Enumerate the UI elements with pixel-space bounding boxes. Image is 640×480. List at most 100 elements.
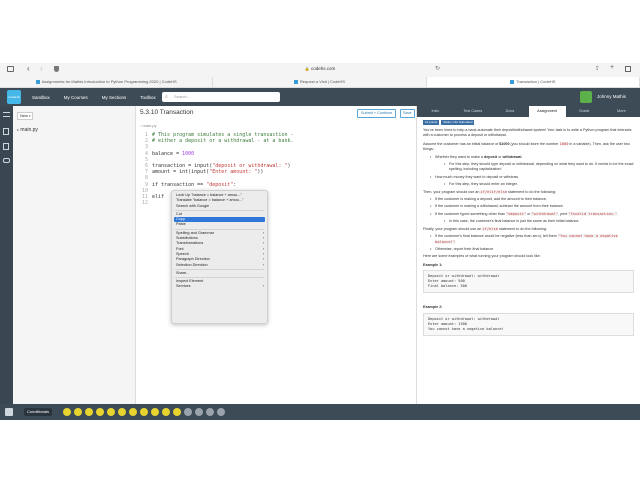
activity-dot[interactable] [206, 408, 214, 416]
browser-tab-label: Assignments for Mathis Introduction to P… [41, 79, 177, 84]
nav-sandbox[interactable]: Sandbox [32, 95, 50, 100]
activity-dot[interactable] [96, 408, 104, 416]
tab-strip: Assignments for Mathis Introduction to P… [0, 77, 640, 87]
code-token: ) [287, 162, 291, 169]
notifications-avatar[interactable] [580, 91, 592, 103]
panel-tab[interactable]: Assignment [528, 106, 566, 117]
list-item: If the customer is making a withdrawal, … [430, 204, 640, 210]
save-button[interactable]: Save [400, 109, 415, 118]
code-inline: if/elif/else [480, 189, 508, 194]
editor-file-tab[interactable]: ▫ main.py [140, 123, 157, 128]
browser-tab-transaction[interactable]: Transaction | CodeHS [426, 77, 640, 87]
code-inline: "deposit" [506, 211, 527, 216]
text: Then, your program should use an [423, 189, 481, 194]
address-bar[interactable]: 🔒 codehs.com [200, 64, 440, 74]
example-1-block: Deposit or withdrawal: withdrawal Enter a… [423, 270, 634, 294]
menu-icon[interactable] [3, 112, 10, 117]
nav-my-sections[interactable]: My Sections [102, 95, 127, 100]
status-badge: Status: Not Submitted [441, 120, 475, 125]
panel-tab[interactable]: Test Cases [454, 106, 491, 117]
panel-tab[interactable]: Grade [566, 106, 603, 117]
points-badge: 10 points [423, 120, 440, 125]
activity-dot[interactable] [151, 408, 159, 416]
text: . [454, 239, 457, 244]
panel-tab[interactable]: Instr. [417, 106, 454, 117]
file-icon: ▫ [140, 123, 142, 128]
browser-chrome: ‹ › 🔒 codehs.com ↻ ⇪ + Assignments for M… [0, 63, 640, 88]
submit-label: Submit + Continue [361, 111, 393, 115]
codehs-favicon-icon [293, 80, 298, 84]
lock-icon: 🔒 [304, 66, 310, 71]
panel-tab[interactable]: Docs [491, 106, 528, 117]
examples-intro: Here are some examples of what running y… [423, 254, 541, 259]
activity-dot[interactable] [140, 408, 148, 416]
context-menu: Look Up "balance = balance + amou..." Tra… [171, 190, 268, 324]
text: Finally, your program should use an [423, 226, 483, 231]
activity-dot[interactable] [107, 408, 115, 416]
activity-dot[interactable] [129, 408, 137, 416]
line-number: 12 [141, 200, 148, 207]
address-text: codehs.com [310, 66, 336, 71]
back-icon[interactable]: ‹ [27, 64, 30, 73]
activity-dot[interactable] [118, 408, 126, 416]
menu-separator [175, 228, 264, 230]
activity-dot[interactable] [217, 408, 225, 416]
new-tab-icon[interactable]: + [610, 64, 614, 71]
nav-my-courses[interactable]: My Courses [64, 95, 88, 100]
context-menu-item[interactable]: Selection Direction › [172, 263, 267, 268]
menu-item-label: Selection Direction [176, 262, 208, 267]
new-file-button[interactable]: New ▾ [17, 112, 33, 120]
share-icon[interactable]: ⇪ [595, 65, 600, 72]
search-input[interactable]: ⌕ Search... [162, 92, 280, 102]
file-item-main[interactable]: ▸ main.py [17, 126, 38, 134]
text: statement to do the following: [507, 189, 557, 194]
context-menu-item[interactable]: Search with Google [172, 204, 267, 209]
context-menu-item[interactable]: Paste [172, 222, 267, 227]
activity-dot[interactable] [85, 408, 93, 416]
intro-paragraph: You've been hired to help a bank automat… [423, 128, 632, 138]
panel-tab[interactable]: More [603, 106, 640, 117]
tab-overview-icon[interactable] [625, 66, 631, 72]
files-icon[interactable] [3, 128, 9, 135]
context-menu-item[interactable]: Services › [172, 284, 267, 289]
activity-dot[interactable] [184, 408, 192, 416]
left-rail [0, 106, 13, 404]
unit-label[interactable]: Conditionals [24, 408, 53, 416]
submenu-arrow-icon: › [262, 262, 264, 267]
forward-icon[interactable]: › [40, 64, 43, 73]
user-name[interactable]: Johnny Mathis [597, 88, 626, 106]
activity-dot[interactable] [195, 408, 203, 416]
activity-dot[interactable] [173, 408, 181, 416]
final-list: If the customer's final balance would be… [430, 234, 640, 253]
nav-toolbox[interactable]: Toolbox [140, 95, 156, 100]
activity-dot[interactable] [162, 408, 170, 416]
docs-icon[interactable] [3, 143, 9, 150]
list-item: If the customer is making a deposit, add… [430, 197, 640, 203]
browser-tab-request[interactable]: Request a Visit | CodeHS [213, 77, 427, 87]
chat-icon[interactable] [3, 158, 10, 163]
codehs-logo[interactable]: CodeHS [7, 90, 21, 104]
browser-tab-assignments[interactable]: Assignments for Mathis Introduction to P… [0, 77, 214, 87]
menu-separator [175, 209, 264, 211]
menu-item-label: Font [176, 246, 184, 251]
chevron-down-icon: ▾ [29, 114, 31, 118]
text: , print [558, 211, 569, 216]
folder-icon: ▸ [17, 127, 20, 132]
menu-item-label: Paragraph Direction [176, 257, 210, 262]
steps-list: How much money they want to deposit or w… [430, 175, 640, 181]
reload-icon[interactable]: ↻ [435, 65, 440, 72]
home-icon[interactable] [5, 408, 13, 416]
finally-paragraph: Finally, your program should use an if/e… [423, 226, 634, 232]
top-nav: Sandbox My Courses My Sections Toolbox [32, 88, 156, 106]
list-item: For this step, they should enter an inte… [444, 182, 640, 188]
list-item: In this case, the customer's final balan… [444, 219, 640, 225]
text: statement to do the following: [497, 226, 547, 231]
context-menu-item[interactable]: Share... [172, 271, 267, 276]
activity-dot[interactable] [74, 408, 82, 416]
editor-tab-label: main.py [142, 123, 157, 128]
sidebar-toggle-icon[interactable] [7, 66, 14, 72]
submit-continue-button[interactable]: Submit + Continue [357, 109, 397, 118]
exercise-title: 5.3.10 Transaction [140, 109, 194, 116]
activity-dot[interactable] [63, 408, 71, 416]
submenu-arrow-icon: › [262, 284, 264, 289]
